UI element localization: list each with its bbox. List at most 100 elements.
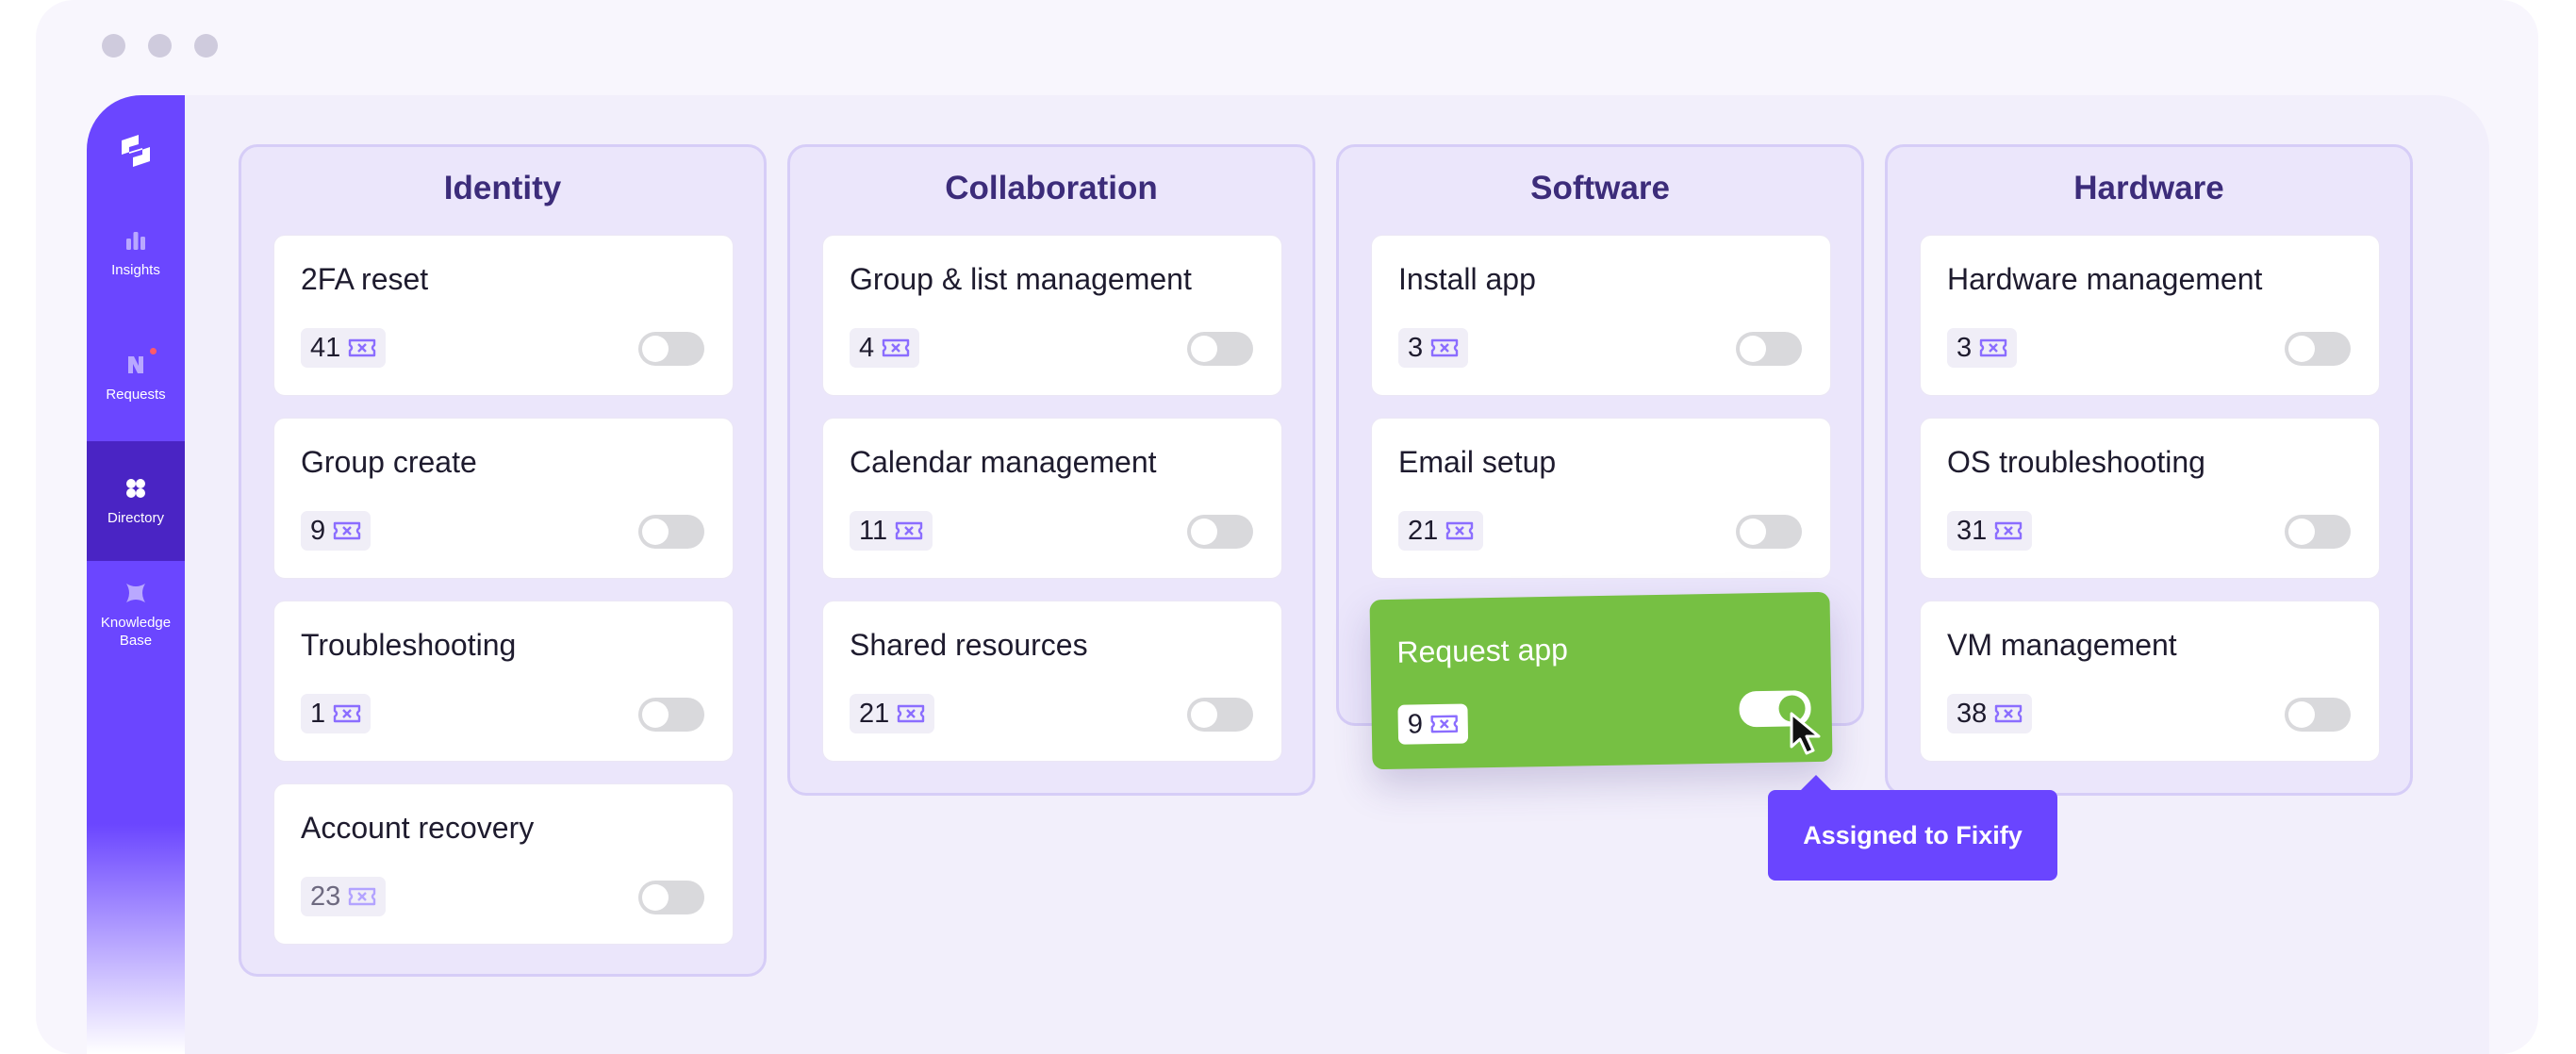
toggle-knob: [642, 336, 669, 362]
service-card[interactable]: Group & list management 4: [822, 235, 1282, 396]
app-frame: Insights Requests Directory Knowledge Ba…: [87, 95, 2489, 1054]
toggle-knob: [2288, 336, 2315, 362]
ticket-count-badge: 41: [301, 328, 387, 368]
ticket-count: 3: [1408, 332, 1424, 363]
dragged-service-card[interactable]: Request app 9: [1369, 591, 1833, 770]
ticket-icon: [895, 521, 923, 540]
ticket-icon: [898, 704, 925, 723]
service-card[interactable]: Troubleshooting 1: [273, 601, 734, 762]
assign-toggle[interactable]: [1187, 332, 1253, 366]
toggle-knob: [1191, 336, 1217, 362]
service-card[interactable]: VM management 38: [1920, 601, 2380, 762]
card-title: Troubleshooting: [301, 628, 517, 662]
column-title: Collaboration: [945, 170, 1158, 206]
ticket-icon: [1995, 521, 2023, 540]
requests-icon: [128, 356, 143, 373]
card-title: Email setup: [1398, 445, 1557, 479]
assignment-tooltip: Assigned to Fixify: [1768, 790, 2057, 881]
assign-toggle[interactable]: [638, 698, 704, 732]
assign-toggle[interactable]: [638, 515, 704, 549]
ticket-count: 21: [859, 698, 890, 729]
ticket-count: 9: [1407, 708, 1424, 740]
ticket-count: 1: [310, 698, 326, 729]
ticket-count: 3: [1957, 332, 1973, 363]
knowledge-base-icon: [126, 584, 145, 602]
sidebar: Insights Requests Directory Knowledge Ba…: [87, 95, 185, 1054]
bar-chart-icon: [126, 232, 145, 250]
service-card[interactable]: Calendar management 11: [822, 418, 1282, 579]
ticket-count-badge: 38: [1947, 694, 2033, 733]
assign-toggle[interactable]: [2285, 332, 2351, 366]
toggle-knob: [1191, 519, 1217, 545]
column-collaboration: Collaboration Group & list management 4 …: [787, 144, 1315, 796]
ticket-icon: [333, 704, 361, 723]
toggle-knob: [642, 701, 669, 728]
toggle-knob: [1740, 519, 1766, 545]
window-controls: [102, 34, 218, 58]
sidebar-item-insights[interactable]: Insights: [87, 227, 185, 279]
card-title: VM management: [1947, 628, 2177, 662]
assign-toggle[interactable]: [2285, 515, 2351, 549]
assign-toggle[interactable]: [1187, 698, 1253, 732]
card-title: Request app: [1396, 632, 1569, 669]
ticket-count-badge: 23: [301, 877, 387, 916]
ticket-count-badge: 3: [1398, 328, 1469, 368]
toggle-knob: [1740, 336, 1766, 362]
ticket-icon: [349, 338, 376, 357]
mouse-cursor-icon: [1790, 712, 1821, 755]
ticket-count: 31: [1957, 515, 1988, 546]
service-card[interactable]: Install app 3: [1371, 235, 1831, 396]
service-card[interactable]: OS troubleshooting 31: [1920, 418, 2380, 579]
service-card[interactable]: Email setup 21: [1371, 418, 1831, 579]
card-title: 2FA reset: [301, 262, 429, 296]
assign-toggle[interactable]: [638, 881, 704, 914]
service-card[interactable]: Group create 9: [273, 418, 734, 579]
toggle-knob: [2288, 519, 2315, 545]
assign-toggle[interactable]: [1736, 515, 1802, 549]
ticket-count: 21: [1408, 515, 1439, 546]
sidebar-item-label: Knowledge Base: [100, 615, 172, 649]
toggle-knob: [642, 884, 669, 911]
card-title: Install app: [1398, 262, 1536, 296]
window-dot-minimize[interactable]: [148, 34, 172, 58]
sidebar-item-label: Insights: [111, 262, 160, 278]
card-title: Group create: [301, 445, 477, 479]
ticket-count: 41: [310, 332, 341, 363]
toggle-knob: [2288, 701, 2315, 728]
assign-toggle[interactable]: [1736, 332, 1802, 366]
ticket-count-badge: 21: [850, 694, 935, 733]
fixify-logo-icon[interactable]: [116, 131, 156, 171]
sidebar-item-requests[interactable]: Requests: [87, 348, 185, 403]
column-identity: Identity 2FA reset 41 Group create 9 Tro…: [239, 144, 767, 977]
ticket-count-badge: 3: [1947, 328, 2018, 368]
assign-toggle[interactable]: [638, 332, 704, 366]
ticket-count: 11: [859, 515, 888, 546]
ticket-icon: [1430, 338, 1459, 357]
assign-toggle[interactable]: [2285, 698, 2351, 732]
ticket-count-badge: 4: [850, 328, 920, 368]
card-title: Account recovery: [301, 811, 535, 845]
ticket-count-badge: 31: [1947, 511, 2033, 551]
ticket-icon: [882, 338, 910, 357]
notification-dot: [150, 348, 157, 354]
directory-icon: [126, 479, 145, 498]
column-title: Hardware: [2073, 170, 2224, 206]
card-title: Calendar management: [850, 445, 1157, 479]
ticket-icon: [1979, 338, 2007, 357]
ticket-count-badge: 1: [301, 694, 372, 733]
window-dot-maximize[interactable]: [194, 34, 218, 58]
service-card[interactable]: Account recovery 23: [273, 783, 734, 945]
window-dot-close[interactable]: [102, 34, 125, 58]
service-card[interactable]: Hardware management 3: [1920, 235, 2380, 396]
sidebar-item-label: Requests: [106, 387, 166, 403]
ticket-icon: [349, 887, 376, 906]
card-title: OS troubleshooting: [1947, 445, 2205, 479]
service-card[interactable]: 2FA reset 41: [273, 235, 734, 396]
card-title: Shared resources: [850, 628, 1088, 662]
sidebar-item-knowledge-base[interactable]: Knowledge Base: [87, 580, 185, 650]
ticket-icon: [333, 521, 361, 540]
assign-toggle[interactable]: [1187, 515, 1253, 549]
service-card[interactable]: Shared resources 21: [822, 601, 1282, 762]
sidebar-item-directory[interactable]: Directory: [87, 441, 185, 561]
toggle-knob: [642, 519, 669, 545]
